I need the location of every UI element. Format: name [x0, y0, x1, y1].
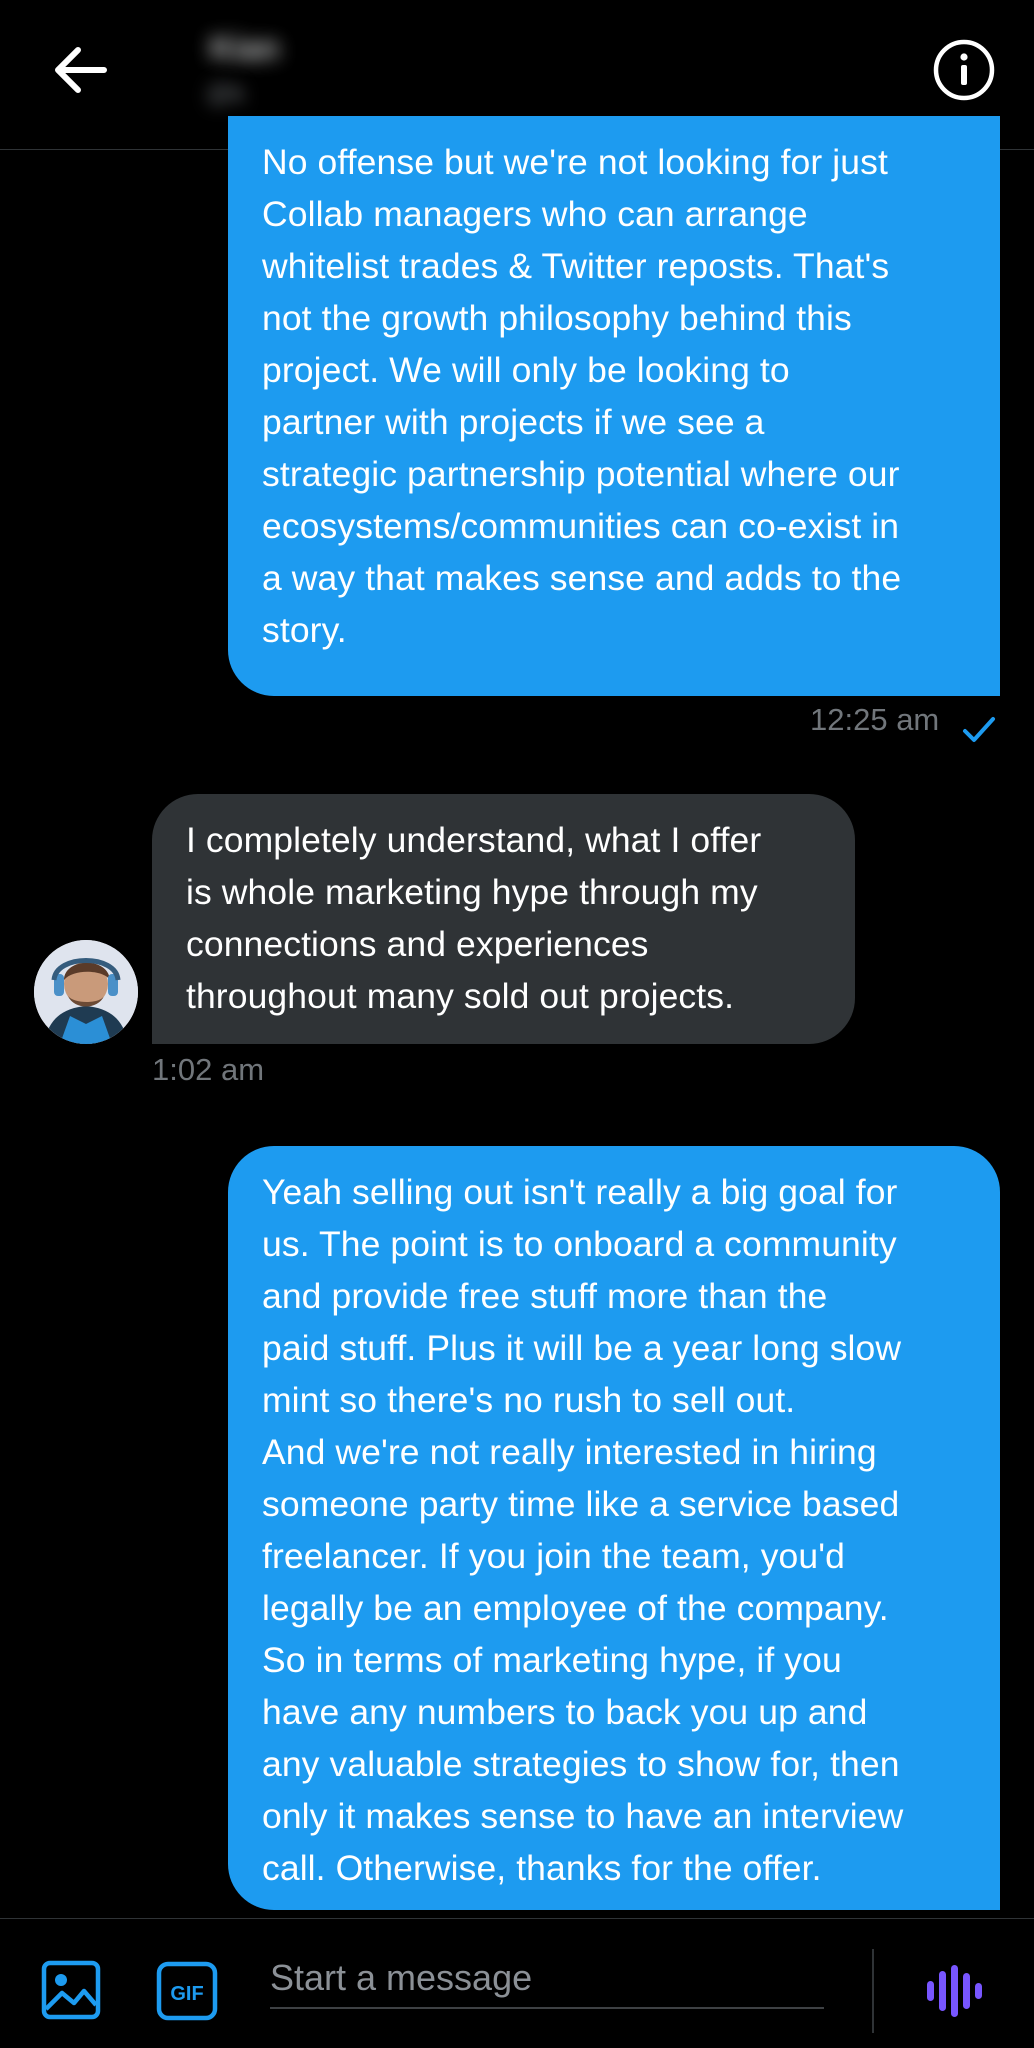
message-timestamp: 1:02 am [152, 1052, 265, 1087]
composer-divider [872, 1949, 874, 2033]
avatar[interactable] [34, 940, 138, 1044]
contact-handle: @k [206, 78, 246, 108]
gif-icon[interactable]: GIF [156, 1961, 218, 2021]
message-bubble-outgoing[interactable]: No offense but we're not looking for jus… [228, 116, 1000, 696]
back-arrow-icon[interactable] [50, 44, 110, 96]
message-timestamp: 12:25 am [810, 702, 940, 737]
message-bubble-outgoing[interactable]: Yeah selling out isn't really a big goal… [228, 1146, 1000, 1910]
voice-wave-icon[interactable] [924, 1965, 986, 2017]
message-composer: GIF [0, 1918, 1034, 2048]
contact-name[interactable]: Kian [210, 30, 390, 66]
image-icon[interactable] [40, 1959, 102, 2021]
info-icon[interactable] [932, 38, 996, 102]
message-bubble-incoming[interactable]: I completely understand, what I offer is… [152, 794, 855, 1044]
checkmark-icon [962, 716, 996, 744]
svg-text:GIF: GIF [170, 1983, 203, 2005]
message-input[interactable] [270, 1949, 824, 2009]
